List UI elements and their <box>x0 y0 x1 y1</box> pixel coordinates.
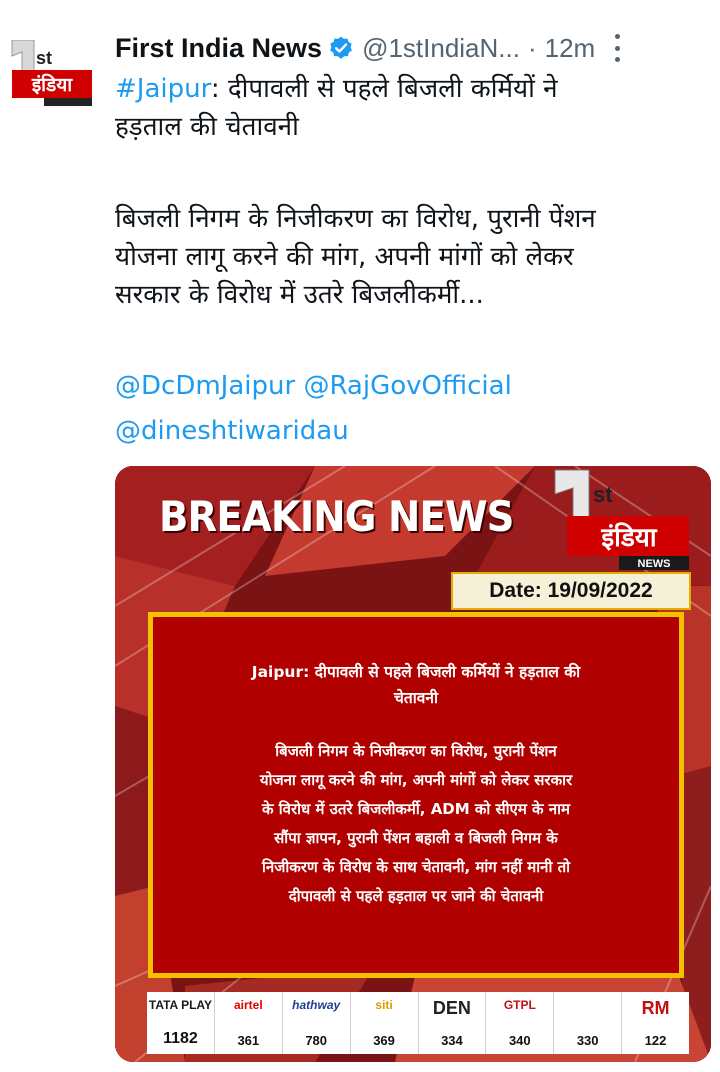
tweet-paragraph-2: बिजली निगम के निजीकरण का विरोध, पुरानी प… <box>115 200 715 314</box>
channel-generic: 330 <box>554 992 623 1054</box>
more-options-icon[interactable] <box>611 34 623 62</box>
paragraph-line: बिजली निगम के निजीकरण का विरोध, पुरानी प… <box>115 204 596 234</box>
headline-line: चेतावनी <box>394 689 438 707</box>
channel-number: 334 <box>441 1033 463 1048</box>
channel-number: 330 <box>576 1033 599 1048</box>
first-india-news-logo-icon: st इंडिया <box>11 39 92 106</box>
svg-text:st: st <box>36 48 52 68</box>
mentions-line-1: @DcDmJaipur @RajGovOfficial <box>115 367 715 405</box>
dot-separator: · <box>527 32 537 63</box>
news-body: बिजली निगम के निजीकरण का विरोध, पुरानी प… <box>175 737 657 911</box>
news-headline: Jaipur: दीपावली से पहले बिजली कर्मियों न… <box>183 659 649 711</box>
body-line: योजना लागू करने की मांग, अपनी मांगों को … <box>259 771 573 789</box>
channel-tataplay: TATA PLAY 1182 <box>147 992 215 1054</box>
channel-number: 122 <box>644 1033 667 1048</box>
news-text-box: Jaipur: दीपावली से पहले बिजली कर्मियों न… <box>148 612 684 978</box>
card-logo-text: इंडिया <box>600 522 657 553</box>
author-handle[interactable]: @1stIndiaN... <box>362 33 520 64</box>
avatar[interactable]: st इंडिया <box>8 39 94 106</box>
svg-text:st: st <box>593 482 613 507</box>
mention-link[interactable]: @DcDmJaipur <box>115 371 295 401</box>
channel-number: 340 <box>508 1033 531 1048</box>
avatar-logo-text: इंडिया <box>31 73 73 96</box>
verified-badge-icon <box>330 36 352 59</box>
channel-gtpl: GTPL 340 <box>486 992 555 1054</box>
tweet-header: First India News @1stIndiaN... · 12m <box>115 28 715 68</box>
channel-brand: RM <box>641 998 670 1018</box>
channel-brand: GTPL <box>503 998 536 1012</box>
mention-link[interactable]: @RajGovOfficial <box>303 371 511 401</box>
body-line: दीपावली से पहले हड़ताल पर जाने की चेतावन… <box>288 887 544 905</box>
paragraph-line: योजना लागू करने की मांग, अपनी मांगों को … <box>115 242 574 272</box>
channel-hathway: hathway 780 <box>283 992 351 1054</box>
breaking-news-title: BREAKING NEWS <box>159 492 514 541</box>
channel-brand: TATA PLAY <box>148 998 212 1012</box>
date-box: Date: 19/09/2022 <box>451 572 691 610</box>
date-text: Date: 19/09/2022 <box>489 579 653 602</box>
tweet-text-line1: #Jaipur: दीपावली से पहले बिजली कर्मियों … <box>115 70 715 146</box>
channel-den: DEN 334 <box>419 992 487 1054</box>
channel-brand: airtel <box>233 998 263 1012</box>
channel-number: 780 <box>305 1033 328 1048</box>
card-logo-sub: NEWS <box>638 558 671 570</box>
body-line: बिजली निगम के निजीकरण का विरोध, पुरानी प… <box>275 742 557 760</box>
channel-brand: siti <box>375 998 393 1012</box>
body-line: सौंपा ज्ञापन, पुरानी पेंशन बहाली व बिजली… <box>274 829 558 847</box>
channel-siti: siti 369 <box>351 992 419 1054</box>
tweet-text-line2: हड़ताल की चेतावनी <box>115 112 299 142</box>
channel-rm: RM 122 <box>622 992 689 1054</box>
headline-line: Jaipur: दीपावली से पहले बिजली कर्मियों न… <box>251 663 581 681</box>
channel-strip: TATA PLAY 1182 airtel 361 hathway 780 siti 3… <box>147 992 689 1054</box>
paragraph-line: सरकार के विरोध में उतरे बिजलीकर्मी... <box>115 280 484 310</box>
mention-link[interactable]: @dineshtiwaridau <box>115 416 349 446</box>
tweet-timestamp[interactable]: 12m <box>545 33 596 64</box>
channel-number: 369 <box>373 1033 395 1048</box>
body-line: निजीकरण के विरोध के साथ चेतावनी, मांग नह… <box>261 858 571 876</box>
channel-brand: DEN <box>432 998 471 1018</box>
author-name[interactable]: First India News <box>115 33 322 64</box>
channel-number: 361 <box>237 1033 260 1048</box>
channel-brand: hathway <box>292 998 341 1012</box>
channel-airtel: airtel 361 <box>215 992 283 1054</box>
channel-logo-icon: st इंडिया NEWS <box>554 469 689 570</box>
channel-number: 1182 <box>163 1030 198 1047</box>
mentions-line-2: @dineshtiwaridau <box>115 412 715 450</box>
tweet-text-rest: : दीपावली से पहले बिजली कर्मियों ने <box>210 74 558 104</box>
tweet-media-image[interactable]: BREAKING NEWS st इंडिया NEWS Date: 19/09… <box>115 466 711 1062</box>
body-line: के विरोध में उतरे बिजलीकर्मी, ADM को सीए… <box>262 800 570 818</box>
hashtag-link[interactable]: #Jaipur <box>115 74 211 104</box>
